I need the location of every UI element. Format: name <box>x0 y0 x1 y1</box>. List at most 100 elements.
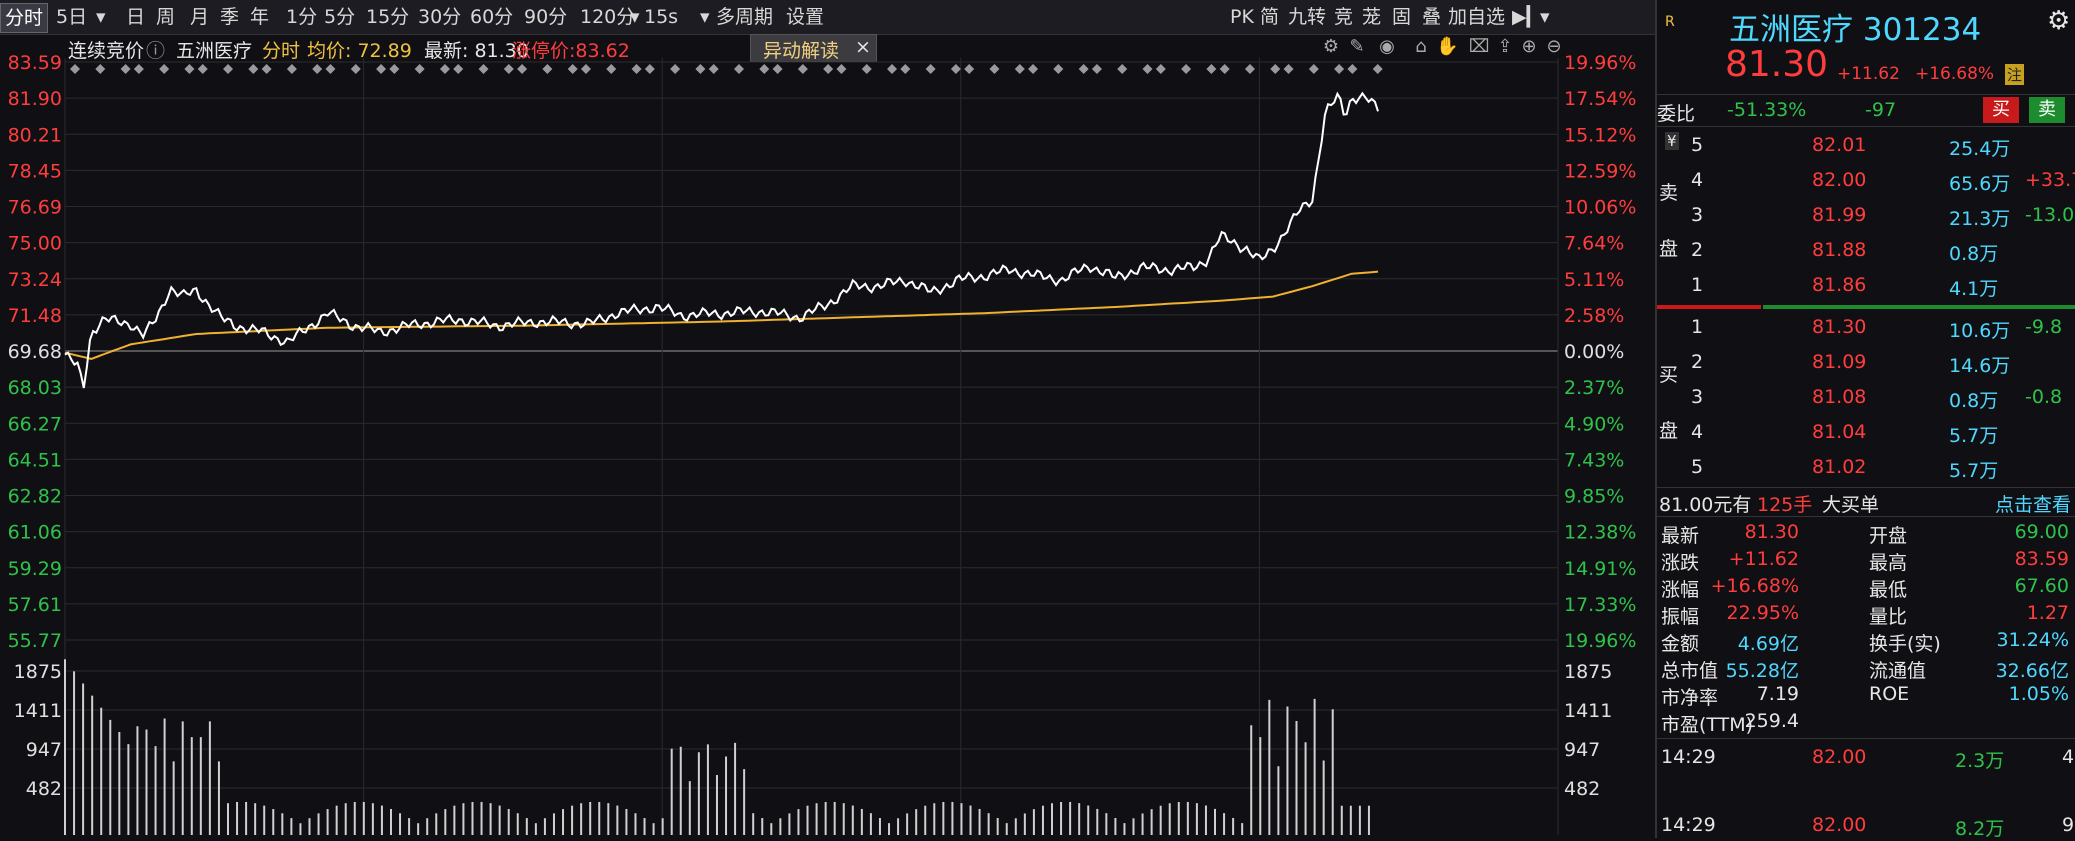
pct-tick-label: 2.58% <box>1564 305 1624 327</box>
pct-tick-label: 17.54% <box>1564 88 1636 110</box>
event-marker <box>797 64 808 74</box>
tick-volume: 2.3万 <box>1955 750 2005 772</box>
event-marker <box>580 64 591 74</box>
price-tick-label: 75.00 <box>8 233 62 255</box>
event-marker <box>631 64 642 74</box>
tick-time: 14:29 <box>1661 746 1716 768</box>
volume-tick-label: 482 <box>26 778 62 800</box>
event-marker <box>286 64 297 74</box>
volume-tick-label: 1411 <box>14 700 62 722</box>
asks-volume: 0.8万 <box>1949 243 1999 265</box>
event-marker <box>861 64 872 74</box>
quote-panel: R 五洲医疗 301234 ⚙ 81.30 +11.62 +16.68% 注 委… <box>1655 0 2075 840</box>
event-marker <box>70 64 80 74</box>
tick-count: 9 <box>2062 814 2075 836</box>
bids-price: 81.02 <box>1812 456 1867 478</box>
price-tick-label: 73.24 <box>8 269 62 291</box>
stat-value: 259.4 <box>1744 710 1799 732</box>
view-big-order-link[interactable]: 点击查看 <box>1995 490 2071 517</box>
event-marker <box>1091 64 1102 74</box>
event-marker <box>95 64 106 74</box>
stat-value: 31.24% <box>1996 629 2069 651</box>
event-marker <box>925 64 936 74</box>
stat-label: 换手(实) <box>1869 633 1941 655</box>
ratio-label: 委比 <box>1657 103 1696 125</box>
price-tick-label: 76.69 <box>8 197 62 219</box>
stat-label: 开盘 <box>1869 525 1908 547</box>
event-marker <box>836 64 847 74</box>
event-marker <box>350 64 361 74</box>
bids-price: 81.09 <box>1812 351 1867 373</box>
stat-value: 67.60 <box>2014 575 2069 597</box>
price-change: +11.62 <box>1837 64 1900 84</box>
event-marker <box>133 64 144 74</box>
volume-axis: 1875 1875 1411 1411 947 947 482 482 <box>14 661 1613 800</box>
ask-side-label-1: 卖 <box>1659 182 1679 204</box>
event-marker <box>184 64 195 74</box>
pct-tick-label: 15.12% <box>1564 124 1636 146</box>
settings-gear-icon[interactable]: ⚙ <box>2047 6 2070 36</box>
event-marker <box>478 64 489 74</box>
asks-change: -13.0 <box>2025 204 2075 226</box>
bids-volume: 14.6万 <box>1949 355 2011 377</box>
price-tick-label: 81.90 <box>8 88 62 110</box>
price-change-pct: +16.68% <box>1915 64 1995 84</box>
stat-label: 市净率 <box>1661 687 1719 709</box>
asks-change: +33.7 <box>2025 169 2075 191</box>
bids-level: 4 <box>1691 421 1704 443</box>
asks-price: 81.88 <box>1812 239 1867 261</box>
bids-price: 81.04 <box>1812 421 1867 443</box>
current-price: 81.30 <box>1725 44 1829 85</box>
stat-value: 81.30 <box>1744 521 1799 543</box>
stat-label: 市盈(TTM) <box>1661 714 1754 736</box>
pct-tick-label: 2.37% <box>1564 377 1624 399</box>
price-tick-label: 80.21 <box>8 124 62 146</box>
event-marker <box>1270 64 1281 74</box>
event-marker <box>1028 64 1039 74</box>
event-marker <box>1142 64 1153 74</box>
note-badge[interactable]: 注 <box>2005 64 2025 85</box>
stat-label: ROE <box>1869 683 1910 705</box>
stat-value: 32.66亿 <box>1995 660 2069 682</box>
yen-icon: ¥ <box>1665 132 1679 150</box>
event-marker <box>759 64 770 74</box>
asks-level: 3 <box>1691 204 1704 226</box>
price-tick-label: 55.77 <box>8 630 62 652</box>
event-marker <box>695 64 706 74</box>
event-marker <box>606 64 617 74</box>
pct-axis: 19.96% 17.54% 15.12% 12.59% 10.06% 7.64% 5.11%… <box>1564 52 1636 652</box>
stat-value: 7.19 <box>1756 683 1799 705</box>
pct-tick-label: 17.33% <box>1564 594 1636 616</box>
buy-button[interactable]: 买 <box>1983 97 2019 123</box>
pct-tick-label: 19.96% <box>1564 630 1636 652</box>
pct-tick-label: 4.90% <box>1564 413 1624 435</box>
stat-value: 22.95% <box>1726 602 1799 624</box>
tick-time: 14:29 <box>1661 814 1716 836</box>
bids-level: 5 <box>1691 456 1704 478</box>
pct-tick-label: 19.96% <box>1564 52 1636 74</box>
event-marker <box>248 64 259 74</box>
asks-price: 82.00 <box>1812 169 1867 191</box>
intraday-chart[interactable]: 83.59 81.90 80.21 78.45 76.69 75.00 73.24 71.48… <box>0 0 1655 838</box>
asks-price: 82.01 <box>1812 134 1867 156</box>
event-marker <box>376 64 387 74</box>
volume-tick-label: 947 <box>26 739 62 761</box>
event-marker <box>734 64 744 74</box>
bids-level: 2 <box>1691 351 1704 373</box>
stat-label: 流通值 <box>1869 660 1927 682</box>
pct-tick-label: 10.06% <box>1564 197 1636 219</box>
event-marker <box>1053 64 1064 74</box>
sell-button[interactable]: 卖 <box>2029 97 2065 123</box>
event-marker <box>1117 64 1128 74</box>
price-tick-label: 61.06 <box>8 522 62 544</box>
stat-label: 量比 <box>1869 606 1908 628</box>
event-marker <box>439 64 450 74</box>
bid-side-label-2: 盘 <box>1659 420 1679 442</box>
event-marker <box>1155 64 1166 74</box>
big-order-lots: 125手 <box>1757 494 1813 516</box>
event-marker <box>120 64 131 74</box>
bids-volume: 0.8万 <box>1949 390 1999 412</box>
event-marker <box>1078 64 1089 74</box>
event-marker <box>1372 64 1383 74</box>
price-line <box>64 91 1379 389</box>
